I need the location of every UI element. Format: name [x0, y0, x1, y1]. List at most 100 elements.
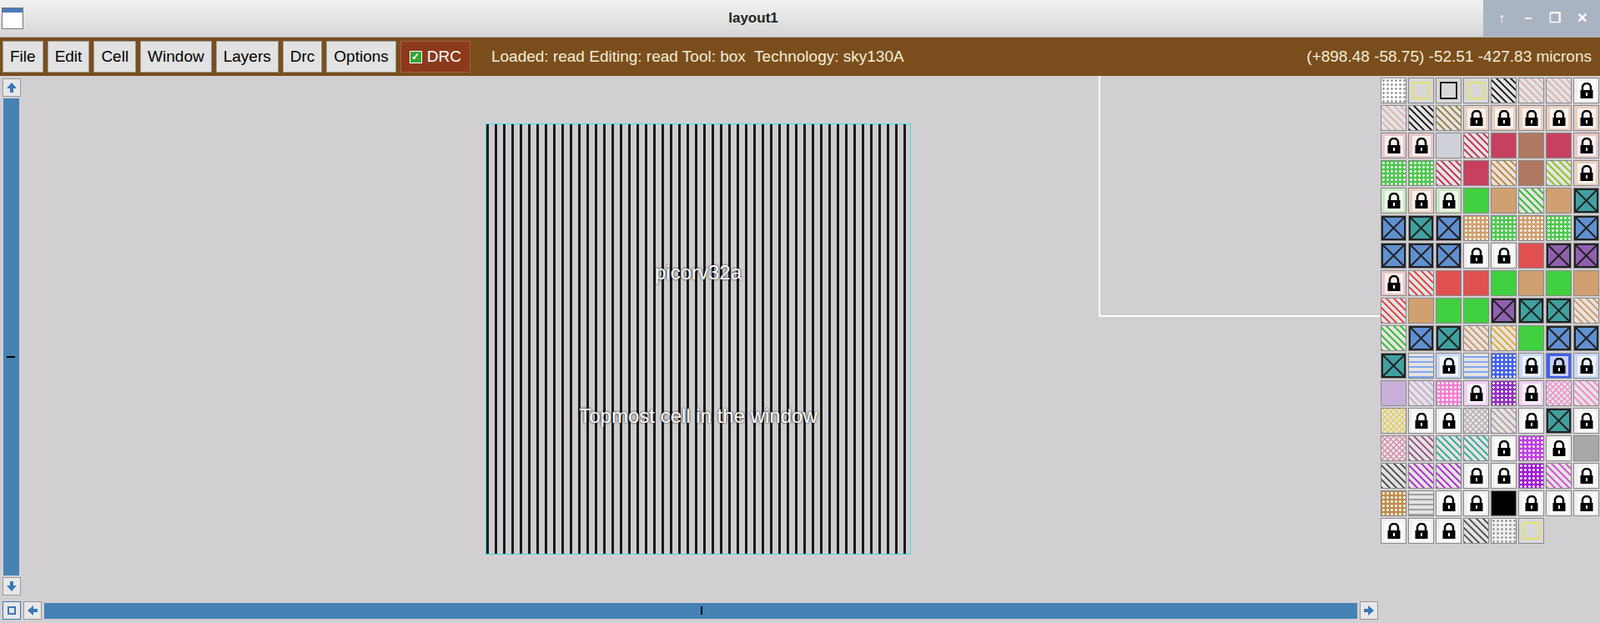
- layer-swatch[interactable]: [1544, 214, 1573, 242]
- layer-swatch[interactable]: [1462, 517, 1490, 545]
- layer-swatch[interactable]: [1489, 296, 1518, 325]
- menu-button[interactable]: Edit: [47, 40, 91, 73]
- layer-swatch[interactable]: [1489, 159, 1518, 187]
- menu-button[interactable]: Window: [140, 40, 212, 73]
- window-control-button[interactable]: –: [1517, 7, 1540, 30]
- zoom-box-icon[interactable]: [2, 601, 21, 620]
- layer-swatch[interactable]: [1379, 352, 1408, 380]
- layer-swatch[interactable]: [1379, 517, 1408, 545]
- layer-swatch[interactable]: [1544, 241, 1573, 270]
- menu-button[interactable]: Options: [326, 40, 396, 73]
- layer-swatch[interactable]: [1407, 241, 1435, 270]
- layer-swatch[interactable]: [1434, 517, 1463, 545]
- layer-swatch[interactable]: [1544, 324, 1573, 353]
- layer-swatch[interactable]: [1407, 296, 1435, 325]
- scroll-thumb[interactable]: [6, 356, 16, 358]
- layer-swatch[interactable]: [1489, 407, 1518, 435]
- layer-swatch[interactable]: [1407, 131, 1435, 160]
- layer-swatch[interactable]: [1379, 131, 1408, 160]
- layer-swatch[interactable]: [1434, 241, 1463, 270]
- drc-checkbox[interactable]: ✓: [409, 50, 423, 64]
- layer-swatch[interactable]: [1517, 517, 1545, 545]
- layer-swatch[interactable]: [1544, 104, 1573, 132]
- layer-swatch[interactable]: [1572, 296, 1600, 325]
- layer-swatch[interactable]: [1379, 324, 1408, 353]
- layer-swatch[interactable]: [1572, 269, 1600, 297]
- layer-swatch[interactable]: [1379, 489, 1408, 518]
- layer-swatch[interactable]: [1379, 241, 1408, 270]
- layer-swatch[interactable]: [1407, 214, 1435, 242]
- layer-swatch[interactable]: [1462, 269, 1490, 297]
- layer-swatch[interactable]: [1544, 434, 1573, 463]
- layer-swatch[interactable]: [1544, 489, 1573, 518]
- layer-swatch[interactable]: [1407, 76, 1435, 105]
- layer-swatch[interactable]: [1544, 352, 1573, 380]
- layer-swatch[interactable]: [1407, 407, 1435, 435]
- scroll-thumb[interactable]: [700, 606, 703, 615]
- layer-swatch[interactable]: [1462, 131, 1490, 160]
- layer-swatch[interactable]: [1434, 296, 1463, 325]
- layer-swatch[interactable]: [1517, 186, 1545, 215]
- layer-swatch[interactable]: [1462, 379, 1490, 408]
- layer-swatch[interactable]: [1407, 434, 1435, 463]
- layer-swatch[interactable]: [1407, 352, 1435, 380]
- layer-swatch[interactable]: [1517, 407, 1545, 435]
- vertical-scroll-track[interactable]: [3, 98, 20, 576]
- drc-toggle[interactable]: ✓ DRC: [400, 40, 471, 73]
- layer-swatch[interactable]: [1407, 104, 1435, 132]
- layer-swatch[interactable]: [1379, 159, 1408, 187]
- layer-swatch[interactable]: [1544, 131, 1573, 160]
- layer-swatch[interactable]: [1462, 159, 1490, 187]
- layer-swatch[interactable]: [1544, 269, 1573, 297]
- layer-swatch[interactable]: [1517, 76, 1545, 105]
- menu-button[interactable]: Cell: [93, 40, 136, 73]
- layer-swatch[interactable]: [1434, 434, 1463, 463]
- layer-swatch[interactable]: [1572, 131, 1600, 160]
- vertical-scrollbar[interactable]: [0, 75, 23, 599]
- layer-swatch[interactable]: [1517, 241, 1545, 270]
- layer-swatch[interactable]: [1572, 214, 1600, 242]
- layer-swatch[interactable]: [1489, 379, 1518, 408]
- layer-swatch[interactable]: [1434, 159, 1463, 187]
- layer-swatch[interactable]: [1462, 296, 1490, 325]
- layer-swatch[interactable]: [1572, 489, 1600, 518]
- layer-swatch[interactable]: [1407, 379, 1435, 408]
- layer-swatch[interactable]: [1434, 131, 1463, 160]
- layer-swatch[interactable]: [1489, 241, 1518, 270]
- layer-swatch[interactable]: [1489, 131, 1518, 160]
- layer-swatch[interactable]: [1544, 296, 1573, 325]
- layer-swatch[interactable]: [1572, 104, 1600, 132]
- layer-swatch[interactable]: [1462, 407, 1490, 435]
- layer-swatch[interactable]: [1572, 352, 1600, 380]
- layer-swatch[interactable]: [1517, 489, 1545, 518]
- layer-swatch[interactable]: [1517, 324, 1545, 353]
- layer-swatch[interactable]: [1434, 352, 1463, 380]
- layer-swatch[interactable]: [1544, 462, 1573, 490]
- layer-swatch[interactable]: [1462, 352, 1490, 380]
- layer-swatch[interactable]: [1434, 214, 1463, 242]
- layer-swatch[interactable]: [1407, 517, 1435, 545]
- layer-swatch[interactable]: [1434, 104, 1463, 132]
- layer-swatch[interactable]: [1379, 186, 1408, 215]
- window-control-button[interactable]: ❐: [1544, 7, 1566, 30]
- scroll-right-button[interactable]: [1359, 601, 1379, 620]
- layer-swatch[interactable]: [1489, 517, 1518, 545]
- layer-swatch[interactable]: [1434, 186, 1463, 215]
- layer-swatch[interactable]: [1517, 434, 1545, 463]
- layer-swatch[interactable]: [1434, 407, 1463, 435]
- layer-swatch[interactable]: [1544, 76, 1573, 105]
- layer-swatch[interactable]: [1379, 76, 1408, 105]
- layer-swatch[interactable]: [1407, 269, 1435, 297]
- layer-swatch[interactable]: [1379, 407, 1408, 435]
- layer-swatch[interactable]: [1489, 324, 1518, 353]
- layer-swatch[interactable]: [1572, 159, 1600, 187]
- layer-swatch[interactable]: [1462, 214, 1490, 242]
- layer-swatch[interactable]: [1434, 489, 1463, 518]
- layer-swatch[interactable]: [1489, 352, 1518, 380]
- layer-swatch[interactable]: [1544, 186, 1573, 215]
- layer-swatch[interactable]: [1517, 352, 1545, 380]
- menu-button[interactable]: Drc: [282, 40, 323, 73]
- layer-swatch[interactable]: [1489, 462, 1518, 490]
- layer-swatch[interactable]: [1407, 324, 1435, 353]
- layer-swatch[interactable]: [1572, 241, 1600, 270]
